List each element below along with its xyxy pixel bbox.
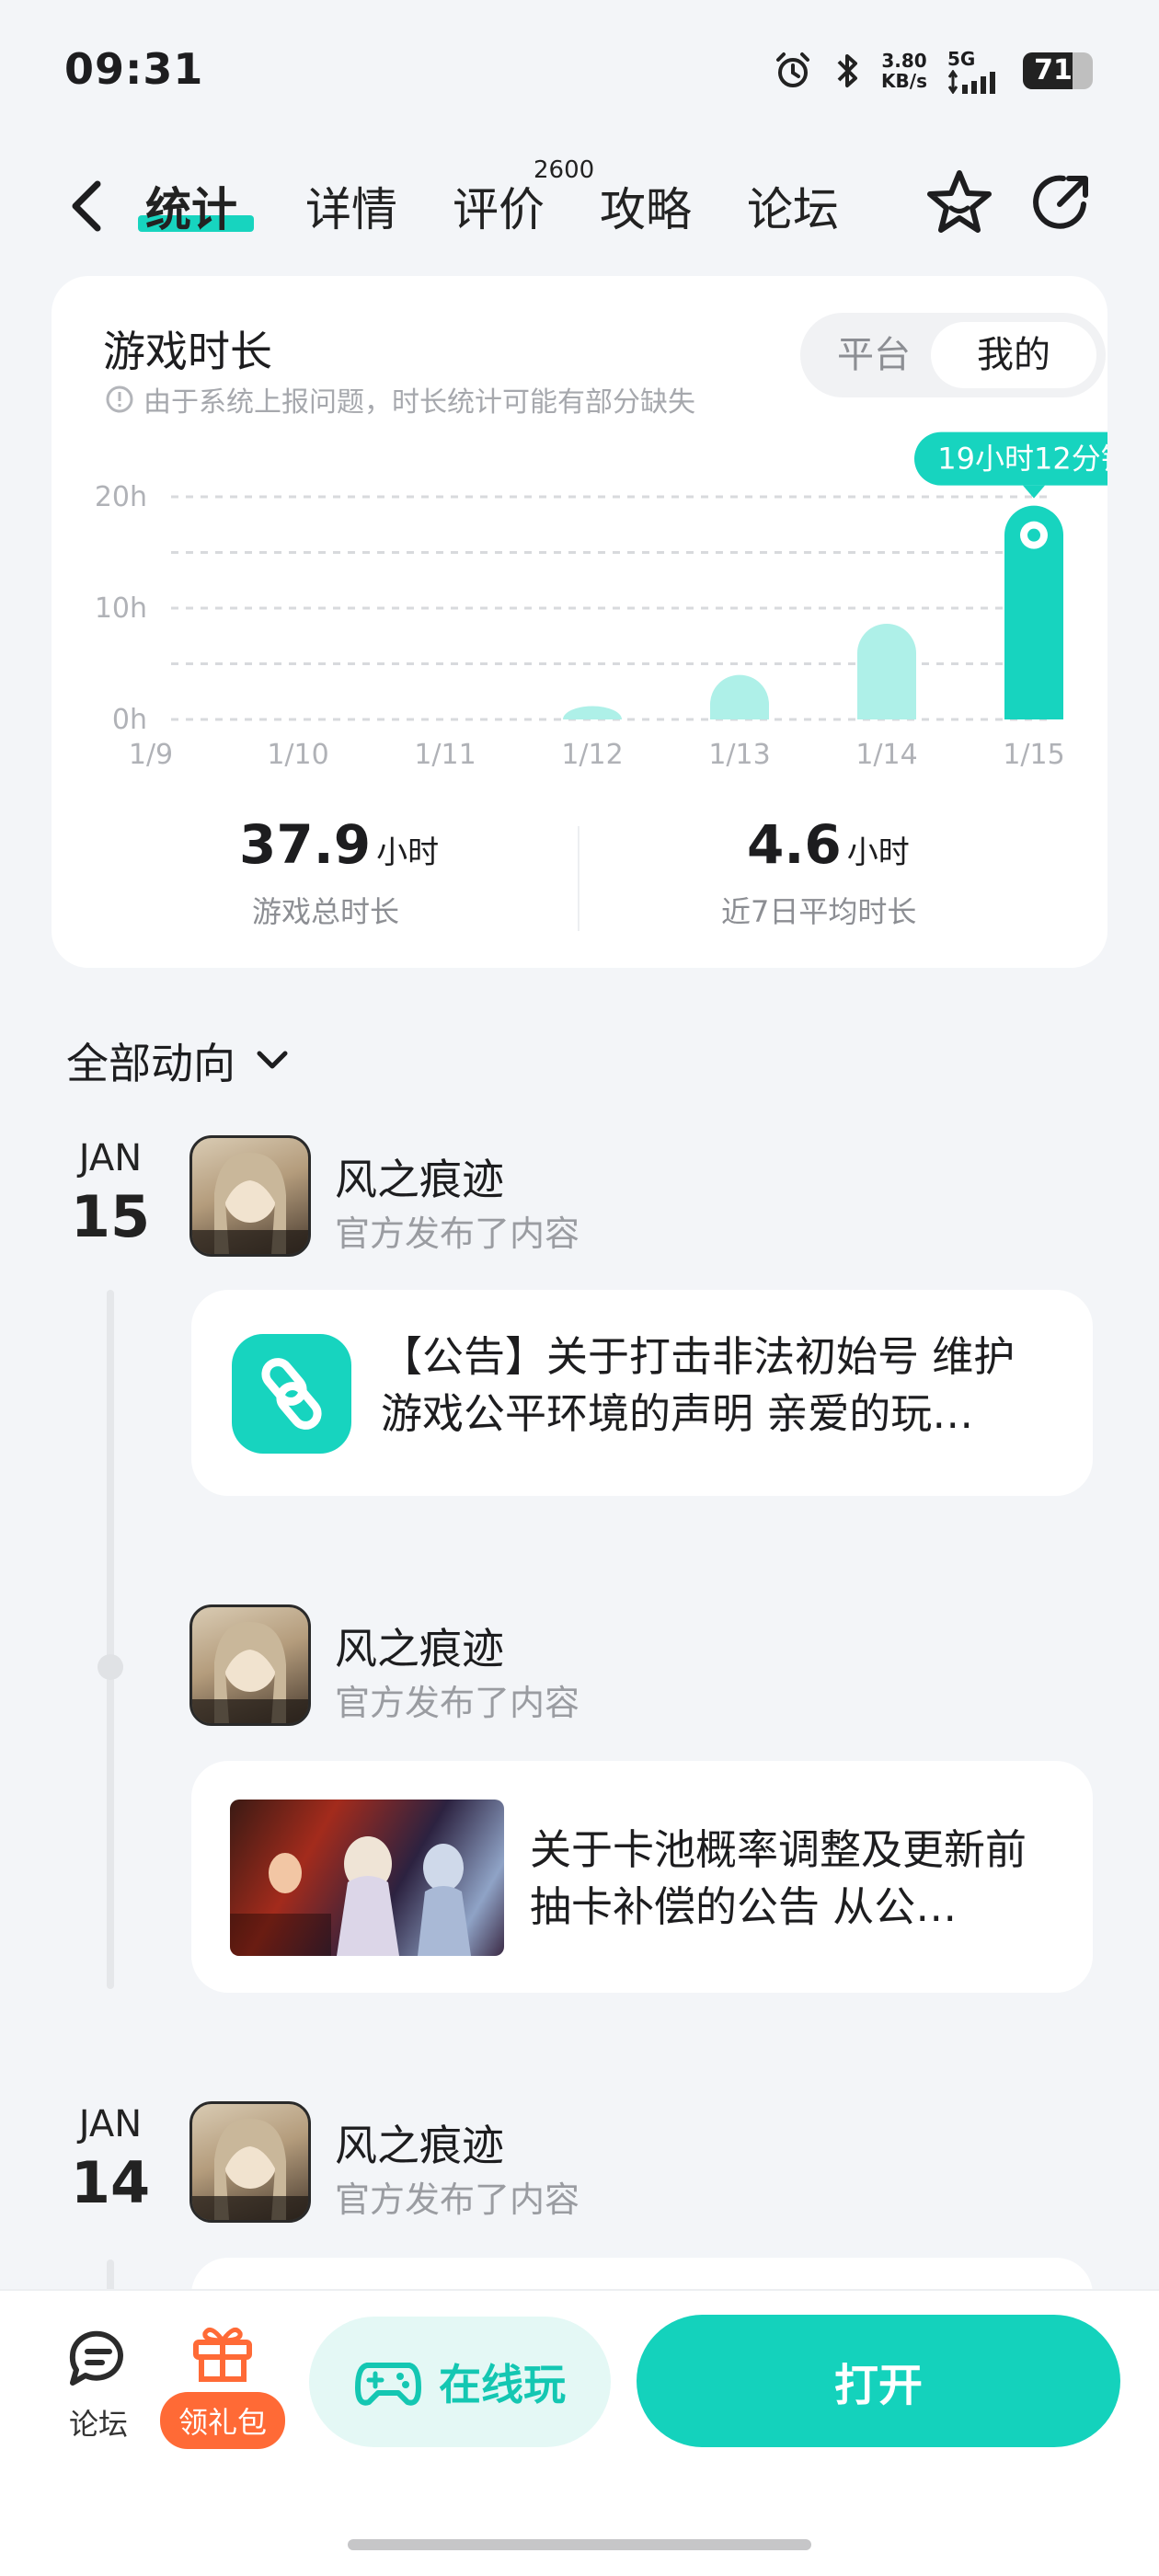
data-notice: 由于系统上报问题，时长统计可能有部分缺失 — [105, 379, 695, 420]
gift-pack-label: 领礼包 — [160, 2392, 285, 2449]
tab-reviews[interactable]: 评价 — [453, 173, 545, 239]
post-title: 【公告】关于打击非法初始号 维护游戏公平环境的声明 亲爱的玩… — [381, 1332, 1016, 1438]
game-avatar[interactable] — [189, 1604, 311, 1726]
status-time: 09:31 — [64, 44, 204, 94]
forum-chat-icon — [69, 2330, 123, 2386]
average-playtime: 4.6 小时 — [747, 813, 910, 876]
play-online-button[interactable]: 在线玩 — [309, 2317, 611, 2447]
scope-toggle: 平台 我的 — [800, 313, 1106, 397]
scope-platform[interactable]: 平台 — [809, 322, 938, 388]
gift-icon — [193, 2327, 252, 2382]
play-online-label: 在线玩 — [439, 2360, 566, 2409]
review-count-badge: 2600 — [534, 156, 595, 184]
game-name[interactable]: 风之痕迹 — [335, 1146, 504, 1207]
card-title: 游戏时长 — [103, 327, 272, 376]
x-tick-label: 1/10 — [267, 739, 328, 771]
tab-stats[interactable]: 统计 — [145, 173, 237, 239]
play-time-chart: 0h 10h 20h 1/9 1/10 1/11 1/12 1/13 1/14 1/15 19小时1… — [95, 431, 1107, 771]
play-time-card: 游戏时长 由于系统上报问题，时长统计可能有部分缺失 平台 我的 0h 10h 20h… — [52, 276, 1107, 968]
network-speed: 3.80 KB/s — [881, 51, 927, 91]
date-day: 15 — [70, 1183, 151, 1250]
status-icons: 3.80 KB/s 5G 71 — [773, 48, 1093, 94]
game-name[interactable]: 风之痕迹 — [335, 1616, 504, 1676]
signal-group: 5G — [947, 48, 1003, 94]
post-card[interactable]: 【公告】关于打击非法初始号 维护游戏公平环境的声明 亲爱的玩… — [191, 1290, 1093, 1496]
game-avatar[interactable] — [189, 1135, 311, 1257]
game-avatar-art — [192, 1152, 308, 1254]
x-tick-label: 1/15 — [1003, 739, 1064, 771]
total-playtime-unit: 小时 — [376, 834, 440, 871]
bar — [710, 674, 769, 719]
chevron-down-icon — [257, 1051, 288, 1069]
post-card[interactable]: 关于卡池概率调整及更新前抽卡补偿的公告 从公… — [191, 1761, 1093, 1993]
bluetooth-icon — [837, 54, 858, 87]
scope-mine[interactable]: 我的 — [931, 322, 1096, 388]
date-month: JAN — [78, 2103, 143, 2145]
gift-pack-button[interactable]: 领礼包 — [160, 2318, 285, 2449]
battery-level: 71 — [1034, 54, 1073, 86]
home-indicator[interactable] — [348, 2539, 811, 2550]
total-playtime: 37.9 小时 — [239, 813, 439, 876]
link-icon — [232, 1334, 351, 1454]
x-tick-label: 1/12 — [561, 739, 623, 771]
game-name[interactable]: 风之痕迹 — [335, 2112, 504, 2173]
y-tick-label: 20h — [95, 481, 147, 513]
total-playtime-label: 游戏总时长 — [252, 894, 400, 929]
back-arrow-icon[interactable] — [64, 177, 110, 236]
x-tick-label: 1/11 — [414, 739, 476, 771]
top-nav: 统计 详情 评价 2600 攻略 论坛 — [0, 156, 1159, 248]
bar-marker-dot — [1027, 528, 1040, 542]
post-title: 关于卡池概率调整及更新前抽卡补偿的公告 从公… — [530, 1825, 1027, 1931]
gamepad-icon — [355, 2363, 421, 2406]
average-playtime-value: 4.6 — [747, 813, 842, 876]
forum-label: 论坛 — [68, 2407, 128, 2442]
battery-indicator: 71 — [1023, 52, 1093, 89]
tab-details[interactable]: 详情 — [305, 173, 397, 239]
game-avatar[interactable] — [189, 2101, 311, 2223]
x-tick-label: 1/9 — [129, 739, 173, 771]
alarm-icon — [776, 52, 810, 87]
total-playtime-value: 37.9 — [239, 813, 372, 876]
average-playtime-label: 近7日平均时长 — [721, 894, 917, 929]
bottom-action-bar: 论坛 领礼包 在线玩 打开 — [0, 2289, 1159, 2576]
bar — [563, 706, 622, 719]
average-playtime-unit: 小时 — [846, 834, 910, 871]
x-tick-label: 1/14 — [855, 739, 917, 771]
post-source: 官方发布了内容 — [335, 2179, 580, 2220]
date-month: JAN — [78, 1137, 143, 1179]
date-day: 14 — [70, 2149, 151, 2216]
x-tick-label: 1/13 — [708, 739, 770, 771]
signal-icon — [947, 70, 995, 94]
open-game-label: 打开 — [833, 2360, 923, 2411]
tooltip-text: 19小时12分钟 — [937, 442, 1107, 477]
info-icon — [106, 385, 133, 413]
y-tick-label: 0h — [112, 704, 147, 736]
game-avatar-art — [192, 1621, 308, 1723]
data-notice-text: 由于系统上报问题，时长统计可能有部分缺失 — [143, 386, 695, 419]
post-source: 官方发布了内容 — [335, 1683, 580, 1723]
y-tick-label: 10h — [95, 592, 147, 625]
bar — [857, 623, 916, 719]
forum-shortcut[interactable]: 论坛 — [57, 2326, 140, 2444]
post-thumbnail — [230, 1800, 504, 1956]
open-game-button[interactable]: 打开 — [637, 2315, 1120, 2447]
post-source: 官方发布了内容 — [335, 1213, 580, 1254]
network-speed-unit: KB/s — [881, 70, 927, 92]
summary-divider — [578, 826, 580, 931]
timeline-dot — [98, 1654, 123, 1680]
tab-guides[interactable]: 攻略 — [600, 173, 692, 239]
favorite-star-icon[interactable] — [923, 166, 996, 239]
activity-filter[interactable]: 全部动向 — [66, 1030, 293, 1091]
activity-filter-label: 全部动向 — [66, 1039, 235, 1088]
network-speed-value: 3.80 — [881, 50, 927, 72]
game-avatar-art — [192, 2118, 308, 2220]
tab-forum[interactable]: 论坛 — [747, 173, 839, 239]
share-icon[interactable] — [1028, 169, 1095, 236]
network-type: 5G — [947, 48, 976, 70]
timeline-line — [107, 1290, 114, 1989]
